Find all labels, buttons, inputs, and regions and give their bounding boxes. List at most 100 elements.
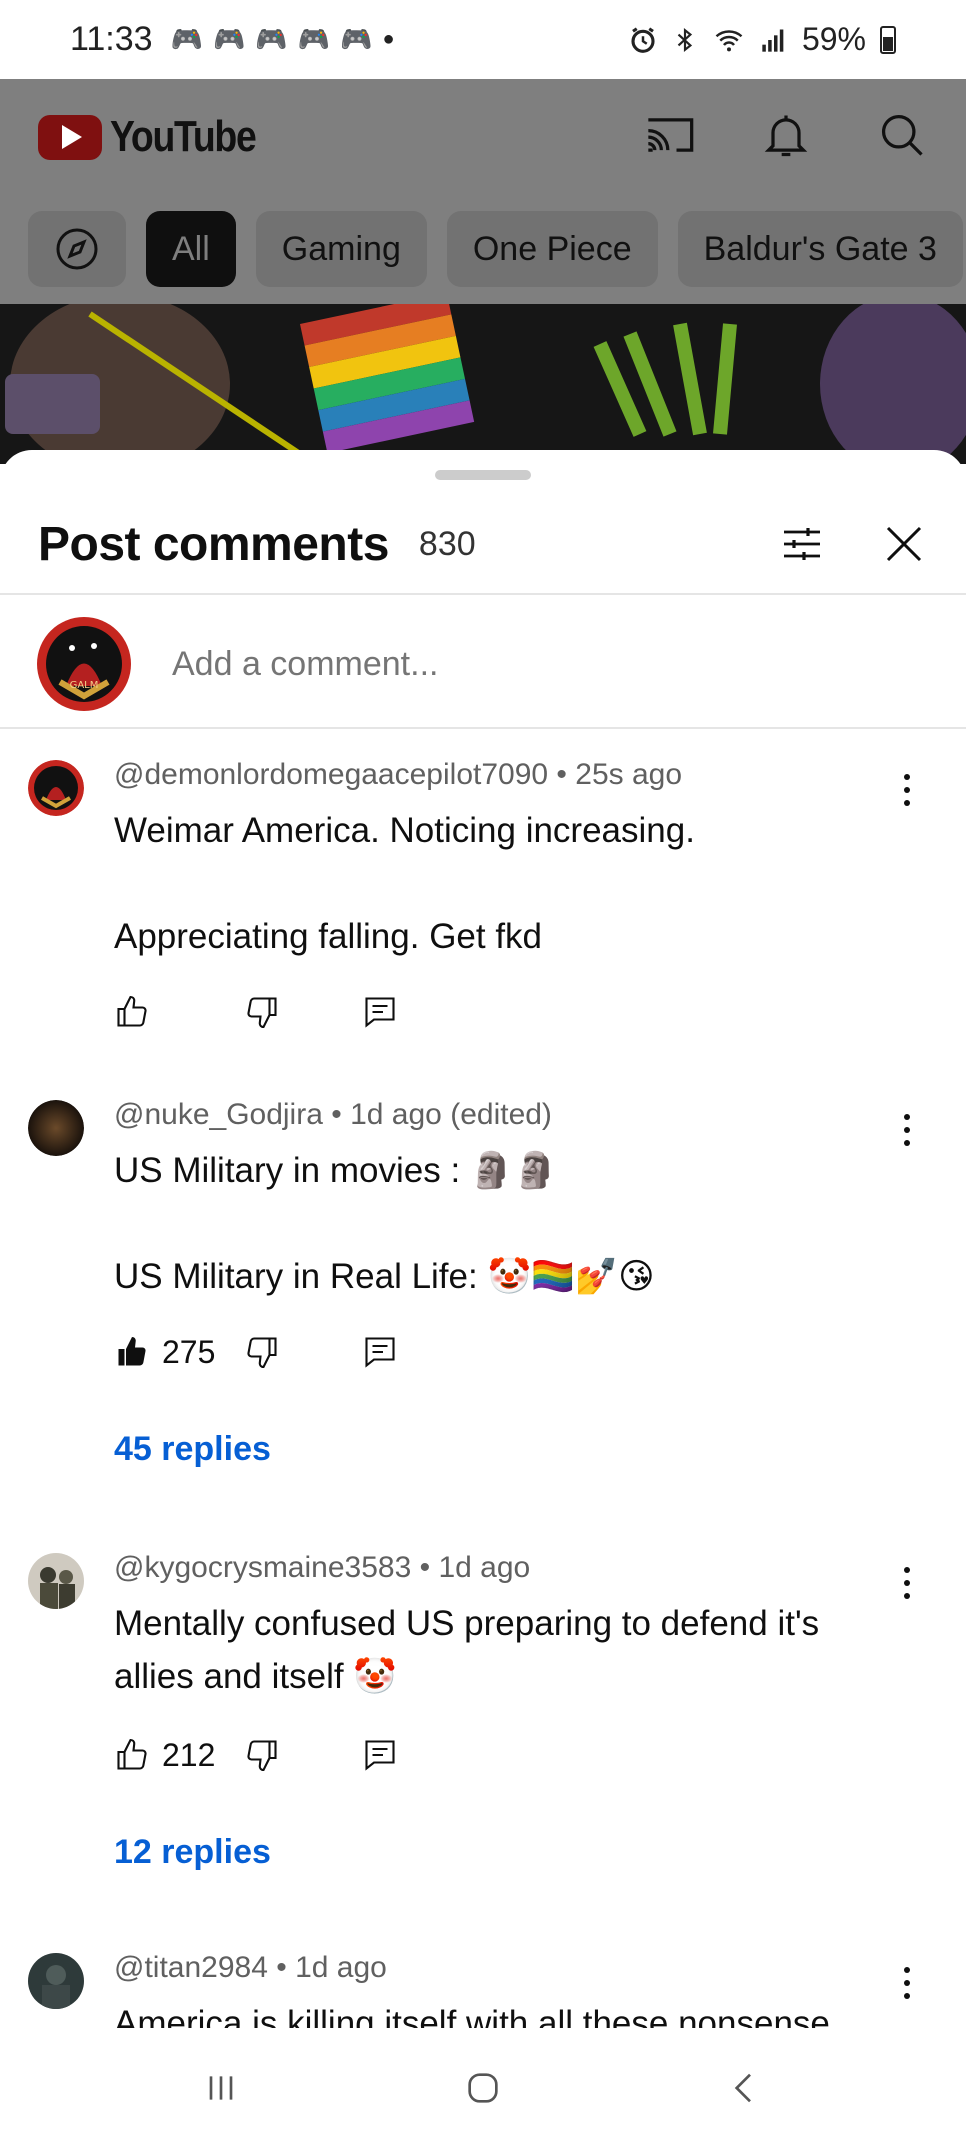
dislike-button[interactable] [244, 1334, 362, 1370]
divider [0, 727, 966, 729]
comment-text: Weimar America. Noticing increasing. App… [114, 811, 695, 956]
thumbs-up-filled-icon [118, 1337, 146, 1366]
divider [0, 593, 966, 595]
recent-apps-button[interactable] [191, 2058, 251, 2118]
comment-time: 25s ago [575, 758, 683, 791]
drag-handle[interactable] [435, 470, 531, 480]
svg-text:GALM: GALM [70, 680, 99, 691]
comment-item: @kygocrysmaine3583 • 1d ago Mentally con… [0, 1543, 966, 1943]
comment-item: @nuke_Godjira • 1d ago (edited) US Milit… [0, 1090, 966, 1540]
thumbs-down-icon [247, 1740, 277, 1772]
youtube-play-icon [38, 114, 102, 160]
like-count: 212 [162, 1736, 216, 1773]
close-icon[interactable] [880, 520, 928, 568]
comment-meta: @titan2984 • 1d ago [114, 1951, 387, 1984]
thumbs-up-icon [117, 1738, 147, 1770]
view-replies-button[interactable]: 45 replies [114, 1430, 271, 1469]
compass-icon [56, 228, 98, 270]
comment-time: 1d ago [295, 1951, 387, 1984]
home-button[interactable] [453, 2058, 513, 2118]
comment-actions [114, 990, 398, 1034]
dislike-button[interactable] [244, 1737, 362, 1773]
chip-one-piece[interactable]: One Piece [446, 211, 658, 287]
explore-chip[interactable] [28, 211, 126, 287]
comment-menu-button[interactable] [892, 1563, 922, 1603]
more-notifications-dot: ● [382, 28, 395, 50]
notification-icons: 🎮 🎮 🎮 🎮 🎮 ● [171, 24, 395, 55]
chip-gaming[interactable]: Gaming [255, 211, 427, 287]
dislike-button[interactable] [244, 994, 362, 1030]
cast-icon[interactable] [644, 109, 696, 161]
comments-sheet: Post comments 830 GALM @demonlordomeg [0, 450, 966, 2028]
system-nav-bar [0, 2028, 966, 2147]
filter-chips: All Gaming One Piece Baldur's Gate 3 [28, 211, 963, 287]
reply-button[interactable] [362, 1334, 398, 1370]
recent-apps-icon [209, 2075, 233, 2100]
comment-meta: @kygocrysmaine3583 • 1d ago [114, 1551, 531, 1584]
battery-percent: 59% [801, 21, 866, 57]
comment-item: @titan2984 • 1d ago America is killing i… [0, 1943, 966, 2028]
youtube-logo[interactable]: YouTube [38, 112, 281, 162]
comment-actions: 212 [114, 1733, 398, 1777]
like-button[interactable]: 212 [114, 1737, 244, 1774]
comment-author[interactable]: @kygocrysmaine3583 [114, 1551, 411, 1584]
comment-menu-button[interactable] [892, 1110, 922, 1150]
like-button[interactable] [114, 994, 244, 1030]
comment-text: America is killing itself with all these… [114, 2004, 830, 2028]
reply-icon [365, 997, 395, 1028]
like-count: 275 [162, 1333, 216, 1370]
comment-meta: @demonlordomegaacepilot7090 • 25s ago [114, 758, 683, 791]
bluetooth-icon [677, 27, 693, 52]
comment-time: 1d ago [438, 1551, 531, 1584]
video-thumbnail[interactable] [0, 304, 966, 464]
comment-menu-button[interactable] [892, 1963, 922, 2003]
comment-author[interactable]: @nuke_Godjira [114, 1098, 323, 1131]
game-controller-icon: 🎮 [297, 24, 331, 54]
comment-text: US Military in movies : 🗿🗿 US Military i… [114, 1151, 655, 1296]
home-icon [468, 2072, 498, 2103]
comment-author[interactable]: @demonlordomegaacepilot7090 [114, 758, 548, 791]
game-controller-icon: 🎮 [255, 24, 288, 54]
thumbs-down-icon [247, 997, 277, 1029]
reply-button[interactable] [362, 994, 398, 1030]
sheet-title: Post comments [38, 517, 389, 571]
comment-menu-button[interactable] [892, 770, 922, 810]
avatar[interactable] [28, 1953, 84, 2009]
like-button[interactable]: 275 [114, 1334, 244, 1371]
add-comment-row: GALM [36, 615, 930, 713]
comment-actions: 275 [114, 1330, 398, 1374]
signal-icon [762, 29, 784, 52]
view-replies-button[interactable]: 12 replies [114, 1833, 271, 1872]
youtube-logo-text: YouTube [110, 112, 257, 161]
avatar[interactable] [28, 760, 84, 816]
chip-baldurs-gate[interactable]: Baldur's Gate 3 [677, 211, 963, 287]
edited-label: (edited) [450, 1098, 552, 1131]
thumbs-down-icon [247, 1337, 277, 1369]
reply-icon [365, 1740, 395, 1771]
add-comment-input[interactable] [172, 644, 872, 684]
thumbs-up-icon [117, 995, 147, 1027]
avatar[interactable] [28, 1553, 84, 1609]
bell-icon[interactable] [760, 109, 812, 161]
chip-all[interactable]: All [146, 211, 236, 287]
comment-item: @demonlordomegaacepilot7090 • 25s ago We… [0, 750, 966, 1080]
thumbnail-image [0, 304, 966, 464]
status-bar: 11:33 🎮 🎮 🎮 🎮 🎮 ● 59% [0, 0, 966, 79]
reply-button[interactable] [362, 1737, 398, 1773]
wifi-icon [715, 29, 743, 51]
back-icon [734, 2073, 751, 2102]
avatar[interactable] [28, 1100, 84, 1156]
game-controller-icon: 🎮 [212, 24, 246, 54]
avatar: GALM [36, 616, 132, 712]
status-time: 11:33 [70, 20, 153, 58]
game-controller-icon: 🎮 [170, 24, 203, 54]
comment-count: 830 [418, 524, 476, 563]
filter-sort-icon[interactable] [778, 520, 826, 568]
battery-icon [880, 25, 896, 54]
app-header: YouTube All Gaming One Piece Baldur's Ga… [0, 79, 966, 304]
comment-author[interactable]: @titan2984 [114, 1951, 268, 1984]
back-button[interactable] [715, 2058, 775, 2118]
comment-meta: @nuke_Godjira • 1d ago (edited) [114, 1098, 552, 1131]
search-icon[interactable] [876, 109, 928, 161]
game-controller-icon: 🎮 [340, 24, 373, 54]
